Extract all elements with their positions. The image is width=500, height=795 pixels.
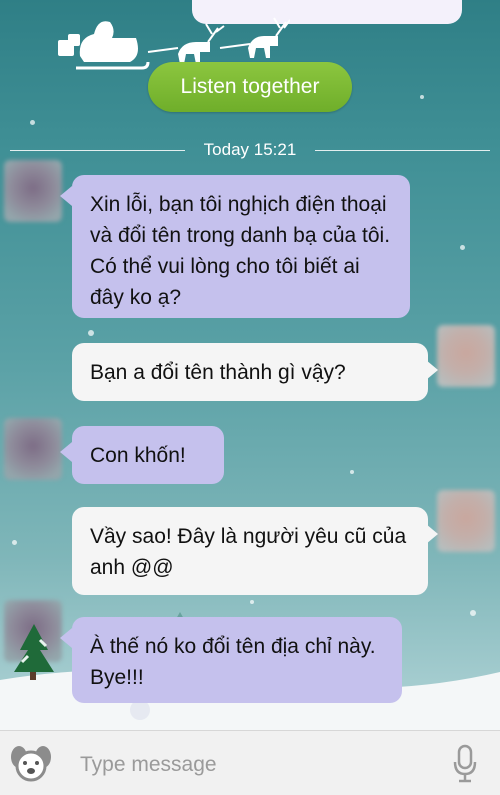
message-text: Bạn a đổi tên thành gì vậy? (90, 361, 346, 384)
date-divider-right (315, 150, 490, 151)
message-input[interactable] (78, 747, 422, 783)
message-text: Xin lỗi, bạn tôi nghịch điện thoại và đổ… (90, 193, 391, 309)
own-avatar[interactable] (437, 325, 495, 387)
message-bubble-outgoing[interactable]: Bạn a đổi tên thành gì vậy? (72, 343, 428, 401)
message-bubble-incoming[interactable]: Xin lỗi, bạn tôi nghịch điện thoại và đổ… (72, 175, 410, 318)
listen-together-button[interactable]: Listen together (148, 62, 352, 112)
own-avatar[interactable] (437, 490, 495, 552)
dog-face-icon[interactable] (10, 745, 52, 783)
message-bubble-incoming[interactable]: À thế nó ko đổi tên địa chỉ này. Bye!!! (72, 617, 402, 703)
message-timestamp: Today 15:21 (203, 140, 297, 159)
message-bubble-incoming[interactable]: Con khốn! (72, 426, 224, 484)
date-divider-left (10, 150, 185, 151)
message-text: Con khốn! (90, 444, 186, 467)
contact-avatar[interactable] (4, 418, 62, 480)
message-text: À thế nó ko đổi tên địa chỉ này. Bye!!! (90, 635, 376, 689)
chat-screen: Listen together Today 15:21 Xin lỗi, bạn… (0, 0, 500, 795)
contact-avatar[interactable] (4, 160, 62, 222)
message-input-bar (0, 730, 500, 795)
microphone-icon[interactable] (452, 744, 478, 784)
